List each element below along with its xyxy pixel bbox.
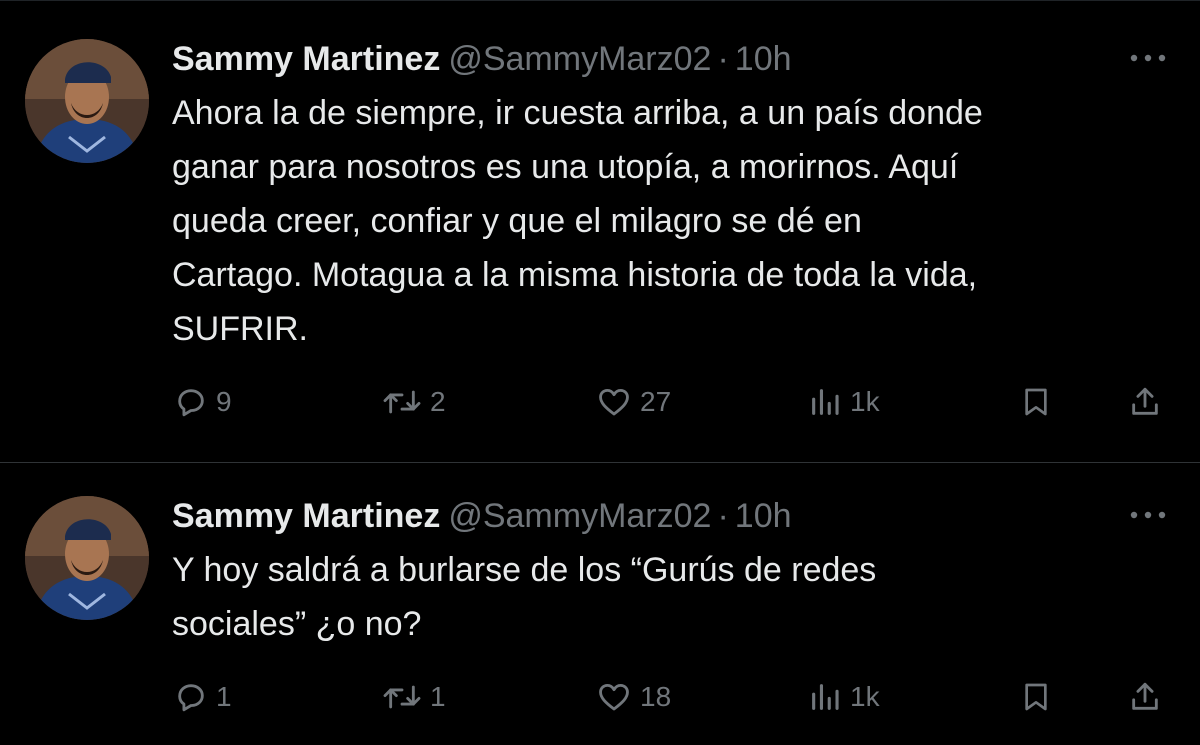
user-handle[interactable]: @SammyMarz02 (448, 497, 711, 535)
avatar[interactable] (25, 496, 149, 620)
repost-button[interactable]: 1 (382, 675, 446, 719)
views-button[interactable]: 1k (808, 675, 880, 719)
share-upload-icon (1132, 387, 1158, 415)
bookmark-button[interactable] (1020, 675, 1052, 719)
more-options-button[interactable] (1126, 46, 1170, 70)
action-bar: 1 1 18 1k (172, 675, 1172, 719)
avatar[interactable] (25, 39, 149, 163)
bookmark-icon (1025, 388, 1047, 416)
tweet[interactable]: Sammy Martinez @SammyMarz02 · 10h Ahora la … (0, 0, 1200, 462)
tweet-text-line: SUFRIR. (172, 310, 308, 348)
views-bars-icon (812, 684, 839, 710)
tweet-text-line: Ahora la de siempre, ir cuesta arriba, a… (172, 94, 983, 132)
display-name[interactable]: Sammy Martinez (172, 497, 440, 535)
reply-button[interactable]: 1 (174, 675, 232, 719)
reply-count: 1 (216, 681, 232, 712)
repost-arrows-icon (383, 685, 421, 709)
tweet-header: Sammy Martinez @SammyMarz02 · 10h (172, 37, 792, 81)
like-button[interactable]: 27 (596, 380, 671, 424)
reply-count: 9 (216, 386, 232, 417)
heart-icon (599, 683, 629, 711)
reply-bubble-icon (178, 684, 204, 712)
tweet-text: Y hoy saldrá a burlarse de los “Gurús de… (172, 543, 1172, 651)
like-count: 18 (640, 681, 672, 712)
separator-dot: · (717, 40, 729, 78)
bookmark-icon (1025, 683, 1047, 711)
repost-count: 1 (430, 681, 446, 712)
separator-dot: · (717, 497, 729, 535)
bookmark-button[interactable] (1020, 380, 1052, 424)
views-button[interactable]: 1k (808, 380, 880, 424)
more-options-button[interactable] (1126, 503, 1170, 527)
avatar-image (25, 39, 149, 163)
tweet-text-line: Cartago. Motagua a la misma historia de … (172, 256, 978, 294)
tweet-header: Sammy Martinez @SammyMarz02 · 10h (172, 494, 792, 538)
avatar-image (25, 496, 149, 620)
reply-button[interactable]: 9 (174, 380, 232, 424)
views-count: 1k (850, 386, 880, 417)
tweet-text-line: sociales” ¿o no? (172, 605, 422, 643)
share-button[interactable] (1128, 380, 1162, 424)
tweet[interactable]: Sammy Martinez @SammyMarz02 · 10h Y hoy sal… (0, 463, 1200, 745)
like-count: 27 (640, 386, 672, 417)
tweet-text-line: queda creer, confiar y que el milagro se… (172, 202, 862, 240)
share-button[interactable] (1128, 675, 1162, 719)
share-upload-icon (1132, 682, 1158, 710)
heart-icon (599, 388, 629, 416)
timestamp[interactable]: 10h (735, 497, 792, 535)
action-bar: 9 2 27 1k (172, 380, 1172, 424)
views-bars-icon (812, 389, 839, 415)
reply-bubble-icon (178, 389, 204, 417)
more-dots-icon (1130, 54, 1166, 62)
display-name[interactable]: Sammy Martinez (172, 40, 440, 78)
more-dots-icon (1130, 511, 1166, 519)
repost-count: 2 (430, 386, 446, 417)
tweet-text-line: Y hoy saldrá a burlarse de los “Gurús de… (172, 551, 877, 589)
repost-button[interactable]: 2 (382, 380, 446, 424)
like-button[interactable]: 18 (596, 675, 671, 719)
timestamp[interactable]: 10h (735, 40, 792, 78)
views-count: 1k (850, 681, 880, 712)
tweet-text: Ahora la de siempre, ir cuesta arriba, a… (172, 86, 1172, 356)
repost-arrows-icon (383, 390, 421, 414)
tweet-text-line: ganar para nosotros es una utopía, a mor… (172, 148, 959, 186)
user-handle[interactable]: @SammyMarz02 (448, 40, 711, 78)
